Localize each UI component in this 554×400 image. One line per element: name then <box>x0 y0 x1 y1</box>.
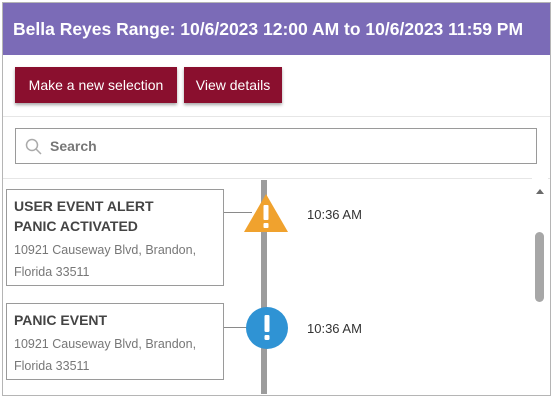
search-icon <box>25 138 42 155</box>
make-new-selection-button[interactable]: Make a new selection <box>15 67 177 103</box>
toolbar: Make a new selection View details <box>3 55 550 117</box>
event-title-line1: PANIC EVENT <box>14 312 108 328</box>
event-title-line1: USER EVENT ALERT <box>14 198 154 214</box>
event-card-panic-event[interactable]: PANIC EVENT 10921 Causeway Blvd, Brandon… <box>6 303 224 380</box>
event-address-line2: Florida 33511 <box>14 359 90 373</box>
warning-triangle-icon[interactable] <box>242 192 290 234</box>
event-time: 10:36 AM <box>307 321 362 336</box>
search-section <box>3 117 550 179</box>
alert-circle-icon[interactable] <box>244 305 290 351</box>
panel-header: Bella Reyes Range: 10/6/2023 12:00 AM to… <box>3 3 550 55</box>
event-address-line1: 10921 Causeway Blvd, Brandon, <box>14 243 197 257</box>
timeline-scrollbar[interactable] <box>532 177 548 394</box>
view-details-button[interactable]: View details <box>184 67 282 103</box>
event-address-line2: Florida 33511 <box>14 265 90 279</box>
search-input[interactable] <box>50 129 530 163</box>
search-box[interactable] <box>15 128 537 164</box>
event-time: 10:36 AM <box>307 207 362 222</box>
scrollbar-thumb[interactable] <box>535 232 544 302</box>
event-card-user-event-alert[interactable]: USER EVENT ALERT PANIC ACTIVATED 10921 C… <box>6 189 224 286</box>
event-address-line1: 10921 Causeway Blvd, Brandon, <box>14 337 197 351</box>
scroll-up-arrow-icon[interactable] <box>536 189 544 194</box>
header-title: Bella Reyes Range: 10/6/2023 12:00 AM to… <box>13 19 524 39</box>
event-title-line2: PANIC ACTIVATED <box>14 218 138 234</box>
timeline: USER EVENT ALERT PANIC ACTIVATED 10921 C… <box>0 177 532 394</box>
